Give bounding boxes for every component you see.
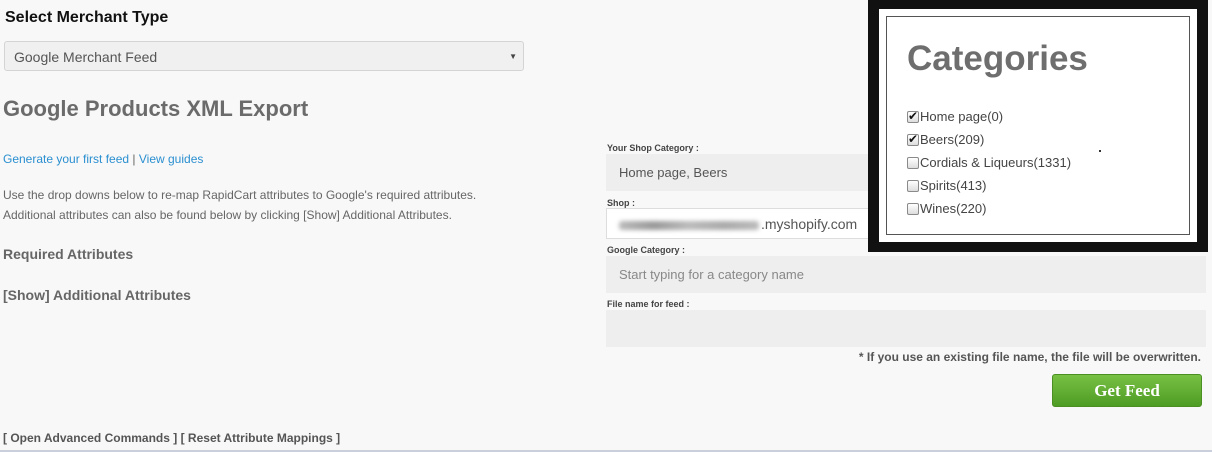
dropdown-caret-icon: ▼ bbox=[509, 52, 517, 61]
category-checkbox[interactable] bbox=[907, 179, 919, 192]
categories-panel: Categories Home page(0) Beers(209) Cordi… bbox=[868, 0, 1208, 252]
page-title: Google Products XML Export bbox=[3, 96, 309, 121]
instructions-line-2: Additional attributes can also be found … bbox=[3, 208, 452, 222]
file-name-label: File name for feed : bbox=[607, 299, 690, 309]
redacted-shop-name bbox=[619, 220, 759, 230]
merchant-type-heading: Select Merchant Type bbox=[5, 9, 169, 26]
open-advanced-commands-link[interactable]: [ Open Advanced Commands ] bbox=[3, 431, 177, 445]
category-label: Beers(209) bbox=[920, 132, 985, 147]
category-label: Wines(220) bbox=[920, 201, 987, 216]
category-item[interactable]: Spirits(413) bbox=[907, 174, 1071, 197]
shop-domain-suffix: .myshopify.com bbox=[761, 216, 858, 232]
category-item[interactable]: Home page(0) bbox=[907, 105, 1071, 128]
help-links: Generate your first feed | View guides bbox=[3, 152, 203, 166]
category-checkbox[interactable] bbox=[907, 109, 919, 123]
category-item[interactable]: Cordials & Liqueurs(1331) bbox=[907, 151, 1071, 174]
reset-attribute-mappings-link[interactable]: [ Reset Attribute Mappings ] bbox=[181, 431, 341, 445]
merchant-type-select[interactable]: Google Merchant Feed ▼ bbox=[4, 41, 524, 71]
categories-title: Categories bbox=[907, 39, 1088, 78]
categories-list: Home page(0) Beers(209) Cordials & Lique… bbox=[907, 105, 1071, 220]
show-additional-attributes-toggle[interactable]: [Show] Additional Attributes bbox=[3, 287, 191, 303]
required-attributes-heading: Required Attributes bbox=[3, 246, 134, 262]
google-category-input[interactable]: Start typing for a category name bbox=[606, 256, 1206, 293]
category-label: Cordials & Liqueurs(1331) bbox=[920, 155, 1072, 170]
category-checkbox[interactable] bbox=[907, 132, 919, 146]
get-feed-button[interactable]: Get Feed bbox=[1052, 374, 1202, 407]
view-guides-link[interactable]: View guides bbox=[139, 152, 204, 166]
category-item[interactable]: Beers(209) bbox=[907, 128, 1071, 151]
category-checkbox[interactable] bbox=[907, 202, 919, 215]
categories-box: Categories Home page(0) Beers(209) Cordi… bbox=[879, 9, 1197, 242]
generate-first-feed-link[interactable]: Generate your first feed bbox=[3, 152, 129, 166]
google-category-label: Google Category : bbox=[607, 245, 686, 255]
file-name-input[interactable] bbox=[606, 310, 1206, 347]
shop-label: Shop : bbox=[607, 198, 635, 208]
instructions-line-1: Use the drop downs below to re-map Rapid… bbox=[3, 188, 477, 202]
feed-export-page: Select Merchant Type Google Merchant Fee… bbox=[0, 0, 1212, 452]
link-separator: | bbox=[129, 152, 139, 166]
shop-category-label: Your Shop Category : bbox=[607, 143, 699, 153]
overwrite-note: * If you use an existing file name, the … bbox=[858, 350, 1201, 364]
bottom-commands: [ Open Advanced Commands ] [ Reset Attri… bbox=[3, 431, 340, 445]
instructions-text: Use the drop downs below to re-map Rapid… bbox=[3, 185, 563, 225]
stray-dot bbox=[1099, 150, 1101, 152]
category-checkbox[interactable] bbox=[907, 156, 919, 169]
category-label: Home page(0) bbox=[920, 109, 1004, 124]
category-item[interactable]: Wines(220) bbox=[907, 197, 1071, 220]
category-label: Spirits(413) bbox=[920, 178, 987, 193]
merchant-type-selected: Google Merchant Feed bbox=[14, 49, 158, 65]
